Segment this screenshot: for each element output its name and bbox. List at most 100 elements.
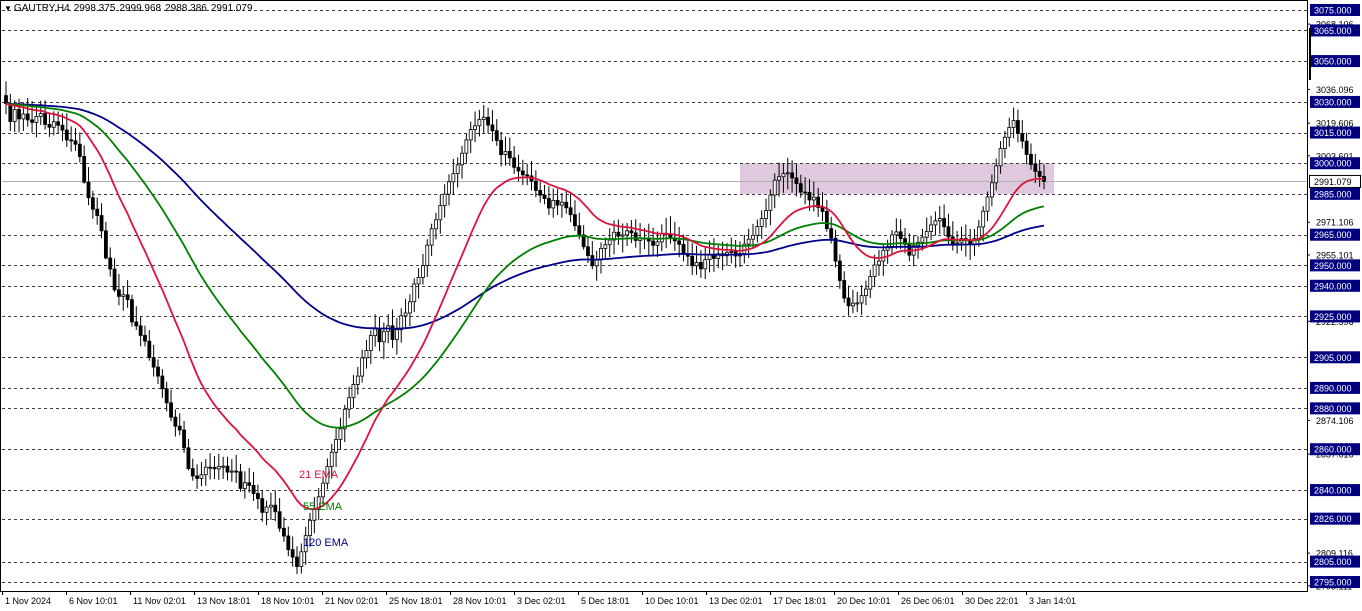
- ema55-label: 55 EMA: [303, 501, 343, 513]
- candle: [408, 294, 412, 327]
- candle-body: [681, 243, 686, 255]
- candle: [234, 454, 239, 483]
- candle: [103, 221, 108, 260]
- axis-tick-label: 2971.106: [1316, 218, 1354, 228]
- candle: [551, 188, 556, 218]
- candle-body: [929, 224, 933, 232]
- time-tick-label: 13 Dec 02:01: [709, 596, 763, 606]
- candle: [894, 218, 899, 250]
- candle-body: [751, 234, 755, 240]
- candle: [117, 273, 121, 306]
- plot-frame: [0, 0, 1308, 592]
- candle: [351, 375, 356, 408]
- symbol-label: GAUTRY,H4: [13, 3, 70, 14]
- header-dropdown-icon[interactable]: ▼: [4, 4, 12, 13]
- candle-body: [981, 210, 986, 228]
- candle: [255, 484, 260, 510]
- chart-area[interactable]: 3068.1063036.0963019.6063003.6012971.106…: [0, 0, 1362, 611]
- candle: [564, 190, 569, 214]
- candle-body: [151, 357, 156, 368]
- candle-body: [546, 198, 551, 209]
- level-tag-label: 2905.000: [1314, 353, 1352, 363]
- candle: [86, 167, 91, 206]
- level-tag-label: 2940.000: [1314, 281, 1352, 291]
- candle: [872, 254, 877, 287]
- candle-body: [438, 205, 443, 221]
- candle-body: [868, 276, 873, 290]
- candle-body: [933, 220, 938, 226]
- candle: [560, 193, 564, 218]
- current-price-tag-label: 2991.079: [1314, 177, 1352, 187]
- candle-body: [494, 130, 499, 141]
- candle: [890, 230, 894, 256]
- candle: [73, 128, 78, 151]
- candle: [1007, 117, 1012, 147]
- candle-body: [538, 189, 543, 196]
- candle-body: [573, 214, 577, 227]
- candle-body: [90, 197, 95, 210]
- candle-body: [147, 340, 152, 359]
- candle: [173, 409, 178, 437]
- candle-body: [512, 157, 517, 168]
- candle-body: [1016, 120, 1020, 134]
- candle-body: [351, 384, 356, 399]
- candle: [295, 546, 299, 575]
- candle: [177, 413, 182, 436]
- candle-body: [25, 113, 30, 121]
- candle: [338, 417, 343, 450]
- candle-body: [295, 556, 299, 567]
- candle: [646, 223, 651, 256]
- candle: [477, 109, 482, 137]
- candle: [837, 254, 842, 289]
- candle-body: [855, 302, 860, 305]
- level-tag-label: 2890.000: [1314, 383, 1352, 393]
- candle-body: [764, 210, 768, 219]
- candle: [347, 386, 352, 419]
- candle: [460, 145, 464, 179]
- candle-body: [594, 259, 599, 267]
- candle: [581, 225, 586, 250]
- ema120-label: 120 EMA: [303, 537, 349, 549]
- candle: [685, 240, 690, 265]
- candle: [429, 223, 434, 256]
- time-tick-label: 13 Nov 18:01: [197, 596, 251, 606]
- candle: [1016, 109, 1020, 143]
- candle-body: [260, 498, 265, 513]
- candle: [368, 330, 373, 365]
- candle-body: [464, 139, 469, 154]
- candle: [985, 191, 990, 222]
- candle: [864, 280, 868, 306]
- candle-body: [994, 165, 999, 184]
- candle: [507, 137, 512, 166]
- candle-body: [1029, 154, 1033, 165]
- candle: [203, 459, 208, 486]
- candle-body: [30, 119, 34, 123]
- candle: [260, 489, 265, 522]
- candle-body: [108, 257, 113, 270]
- level-tag-label: 2965.000: [1314, 230, 1352, 240]
- candle-body: [173, 416, 178, 427]
- candle: [473, 111, 477, 143]
- candle-body: [221, 465, 226, 468]
- level-tag-label: 2985.000: [1314, 189, 1352, 199]
- candle-body: [881, 249, 886, 262]
- candle: [4, 81, 8, 115]
- candle-body: [503, 150, 508, 156]
- candle-body: [416, 277, 421, 285]
- candle: [438, 194, 443, 234]
- candle-body: [703, 259, 708, 270]
- candle: [868, 269, 873, 299]
- candle: [186, 439, 191, 471]
- candle-body: [234, 470, 239, 473]
- candle: [143, 325, 147, 347]
- candle-body: [125, 294, 130, 301]
- highlight-zone: [740, 163, 1054, 194]
- candle: [877, 249, 881, 276]
- candle-body: [468, 129, 473, 141]
- candle-body: [560, 201, 564, 206]
- candle: [707, 240, 712, 273]
- candle: [199, 462, 204, 487]
- candle: [95, 197, 100, 225]
- candle-body: [520, 170, 525, 176]
- candle-body: [473, 125, 477, 130]
